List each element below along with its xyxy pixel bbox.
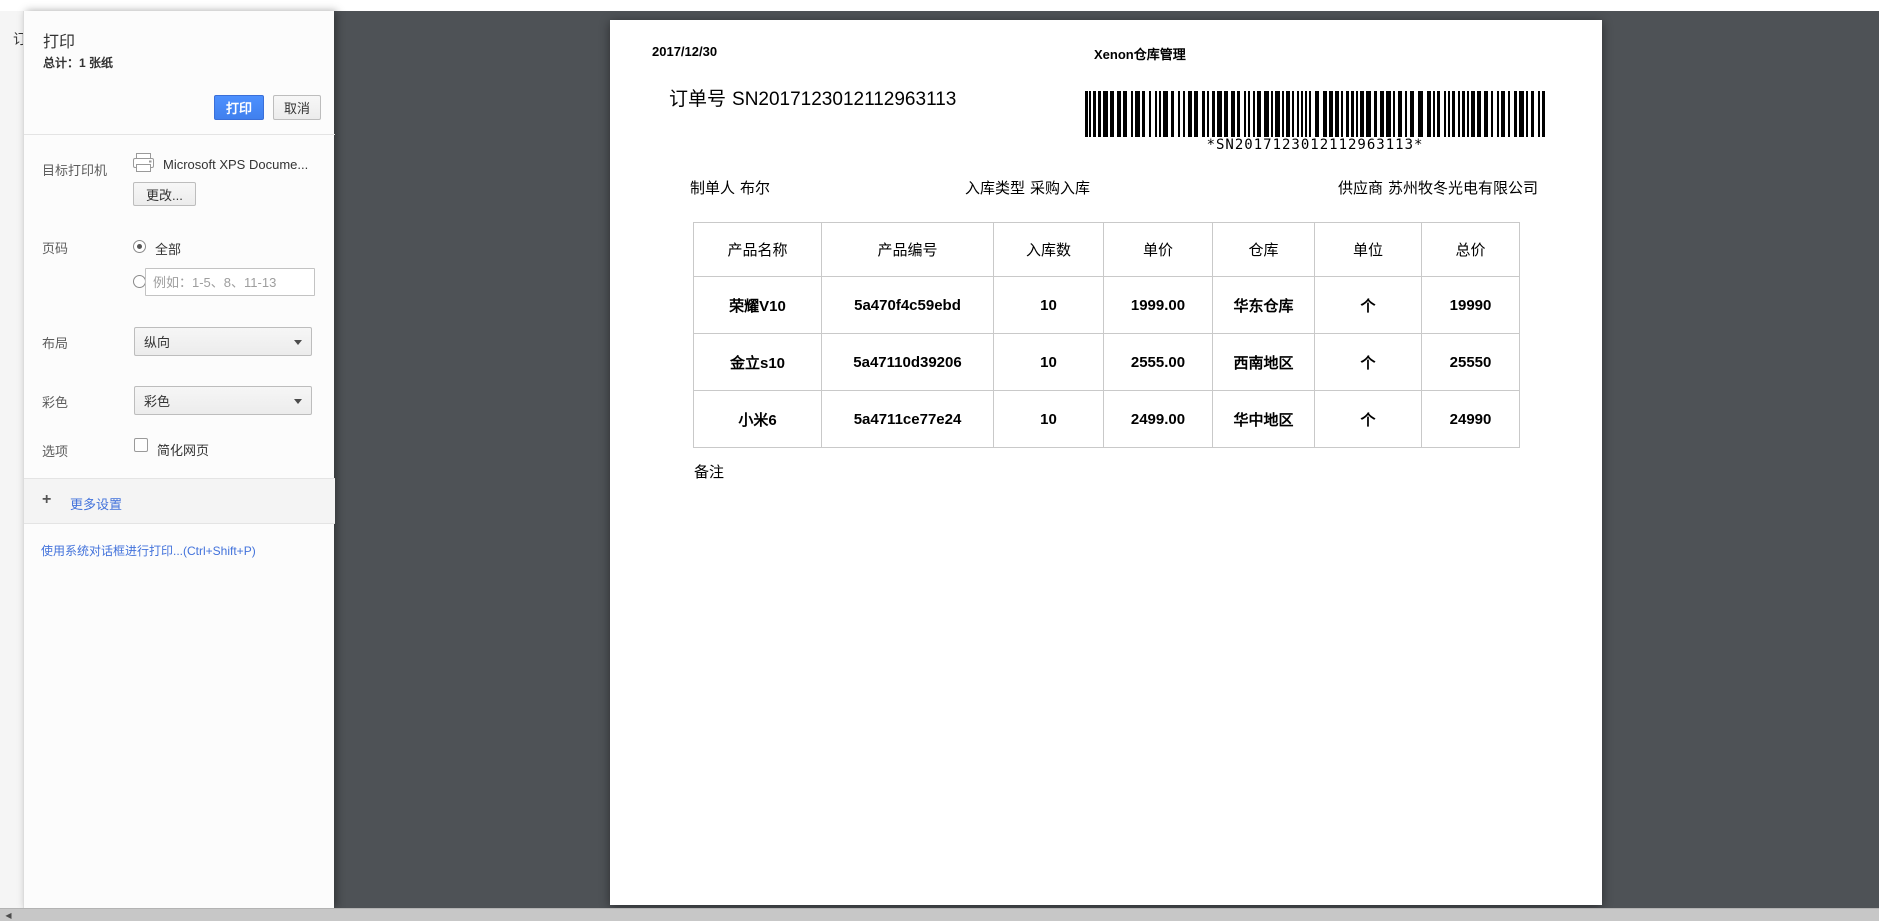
pages-all-option-label[interactable]: 全部 bbox=[155, 239, 181, 258]
color-select[interactable]: 彩色 bbox=[134, 386, 312, 415]
inbound-type-value: 采购入库 bbox=[1030, 180, 1090, 197]
layout-label: 布局 bbox=[42, 333, 68, 352]
table-cell: 19990 bbox=[1422, 277, 1520, 334]
remark-label: 备注 bbox=[694, 461, 724, 482]
more-settings-link[interactable]: 更多设置 bbox=[70, 494, 122, 513]
layout-selected-value: 纵向 bbox=[144, 332, 170, 351]
column-header: 单价 bbox=[1104, 223, 1213, 277]
table-cell: 华中地区 bbox=[1213, 391, 1315, 448]
table-cell: 金立s10 bbox=[694, 334, 822, 391]
selected-printer-name: Microsoft XPS Docume... bbox=[163, 157, 335, 172]
table-cell: 个 bbox=[1315, 334, 1422, 391]
column-header: 入库数 bbox=[994, 223, 1104, 277]
creator-field: 制单人布尔 bbox=[690, 177, 770, 198]
order-number-value: SN2017123012112963113 bbox=[732, 89, 956, 110]
table-cell: 华东仓库 bbox=[1213, 277, 1315, 334]
color-label: 彩色 bbox=[42, 392, 68, 411]
table-cell: 24990 bbox=[1422, 391, 1520, 448]
table-cell: 10 bbox=[994, 391, 1104, 448]
print-header-date: 2017/12/30 bbox=[652, 44, 717, 59]
table-header-row: 产品名称产品编号入库数单价仓库单位总价 bbox=[694, 223, 1520, 277]
color-selected-value: 彩色 bbox=[144, 391, 170, 410]
simplify-page-label[interactable]: 简化网页 bbox=[157, 440, 209, 459]
change-printer-button[interactable]: 更改... bbox=[133, 182, 196, 206]
table-row: 金立s105a47110d39206102555.00西南地区个25550 bbox=[694, 334, 1520, 391]
table-cell: 2499.00 bbox=[1104, 391, 1213, 448]
column-header: 产品编号 bbox=[822, 223, 994, 277]
creator-value: 布尔 bbox=[740, 180, 770, 197]
table-cell: 荣耀V10 bbox=[694, 277, 822, 334]
destination-label: 目标打印机 bbox=[42, 160, 107, 179]
browser-page-left-strip: 订 bbox=[0, 11, 23, 908]
scroll-left-arrow-icon[interactable]: ◀ bbox=[0, 909, 17, 922]
dialog-title: 打印 bbox=[43, 28, 75, 52]
column-header: 产品名称 bbox=[694, 223, 822, 277]
table-cell: 5a4711ce77e24 bbox=[822, 391, 994, 448]
column-header: 总价 bbox=[1422, 223, 1520, 277]
supplier-value: 苏州牧冬光电有限公司 bbox=[1388, 180, 1538, 197]
plus-icon: + bbox=[42, 491, 51, 509]
table-cell: 西南地区 bbox=[1213, 334, 1315, 391]
pages-all-radio[interactable] bbox=[133, 240, 146, 253]
table-cell: 个 bbox=[1315, 391, 1422, 448]
table-cell: 个 bbox=[1315, 277, 1422, 334]
table-cell: 2555.00 bbox=[1104, 334, 1213, 391]
document-meta-row: 制单人布尔 入库类型采购入库 供应商苏州牧冬光电有限公司 bbox=[610, 177, 1602, 197]
table-cell: 5a47110d39206 bbox=[822, 334, 994, 391]
table-cell: 10 bbox=[994, 277, 1104, 334]
system-dialog-link[interactable]: 使用系统对话框进行打印...(Ctrl+Shift+P) bbox=[41, 542, 256, 559]
barcode-image bbox=[1085, 91, 1545, 137]
table-row: 小米65a4711ce77e24102499.00华中地区个24990 bbox=[694, 391, 1520, 448]
creator-label: 制单人 bbox=[690, 180, 735, 197]
table-cell: 小米6 bbox=[694, 391, 822, 448]
total-sheets-text: 总计：1 张纸 bbox=[43, 54, 113, 71]
layout-select[interactable]: 纵向 bbox=[134, 327, 312, 356]
browser-page-top-strip bbox=[0, 0, 1879, 11]
order-number-label: 订单号 bbox=[669, 89, 726, 110]
more-settings-row[interactable]: + 更多设置 bbox=[24, 478, 335, 524]
column-header: 仓库 bbox=[1213, 223, 1315, 277]
table-cell: 10 bbox=[994, 334, 1104, 391]
inbound-type-field: 入库类型采购入库 bbox=[965, 177, 1090, 198]
column-header: 单位 bbox=[1315, 223, 1422, 277]
simplify-page-checkbox[interactable] bbox=[134, 438, 148, 452]
print-header-title: Xenon仓库管理 bbox=[1094, 44, 1186, 63]
page-range-input[interactable] bbox=[145, 268, 315, 296]
section-divider bbox=[24, 134, 335, 135]
horizontal-scrollbar[interactable]: ◀ bbox=[0, 908, 1879, 921]
supplier-field: 供应商苏州牧冬光电有限公司 bbox=[1338, 177, 1538, 198]
products-table: 产品名称产品编号入库数单价仓库单位总价 荣耀V105a470f4c59ebd10… bbox=[693, 222, 1520, 448]
supplier-label: 供应商 bbox=[1338, 180, 1383, 197]
inbound-type-label: 入库类型 bbox=[965, 180, 1025, 197]
pages-label: 页码 bbox=[42, 238, 68, 257]
print-settings-panel: 打印 总计：1 张纸 打印 取消 目标打印机 Microsoft XPS Doc… bbox=[23, 11, 334, 908]
table-cell: 25550 bbox=[1422, 334, 1520, 391]
print-button[interactable]: 打印 bbox=[214, 95, 264, 120]
printer-icon bbox=[132, 152, 155, 173]
order-number-line: 订单号 SN2017123012112963113 bbox=[669, 84, 956, 111]
options-label: 选项 bbox=[42, 441, 68, 460]
table-cell: 5a470f4c59ebd bbox=[822, 277, 994, 334]
barcode-caption: *SN2017123012112963113* bbox=[1085, 137, 1545, 153]
print-preview-page: 2017/12/30 Xenon仓库管理 订单号 SN20171230121129… bbox=[610, 20, 1602, 905]
table-row: 荣耀V105a470f4c59ebd101999.00华东仓库个19990 bbox=[694, 277, 1520, 334]
table-cell: 1999.00 bbox=[1104, 277, 1213, 334]
cancel-button[interactable]: 取消 bbox=[273, 95, 321, 120]
barcode-block: *SN2017123012112963113* bbox=[1085, 91, 1545, 153]
